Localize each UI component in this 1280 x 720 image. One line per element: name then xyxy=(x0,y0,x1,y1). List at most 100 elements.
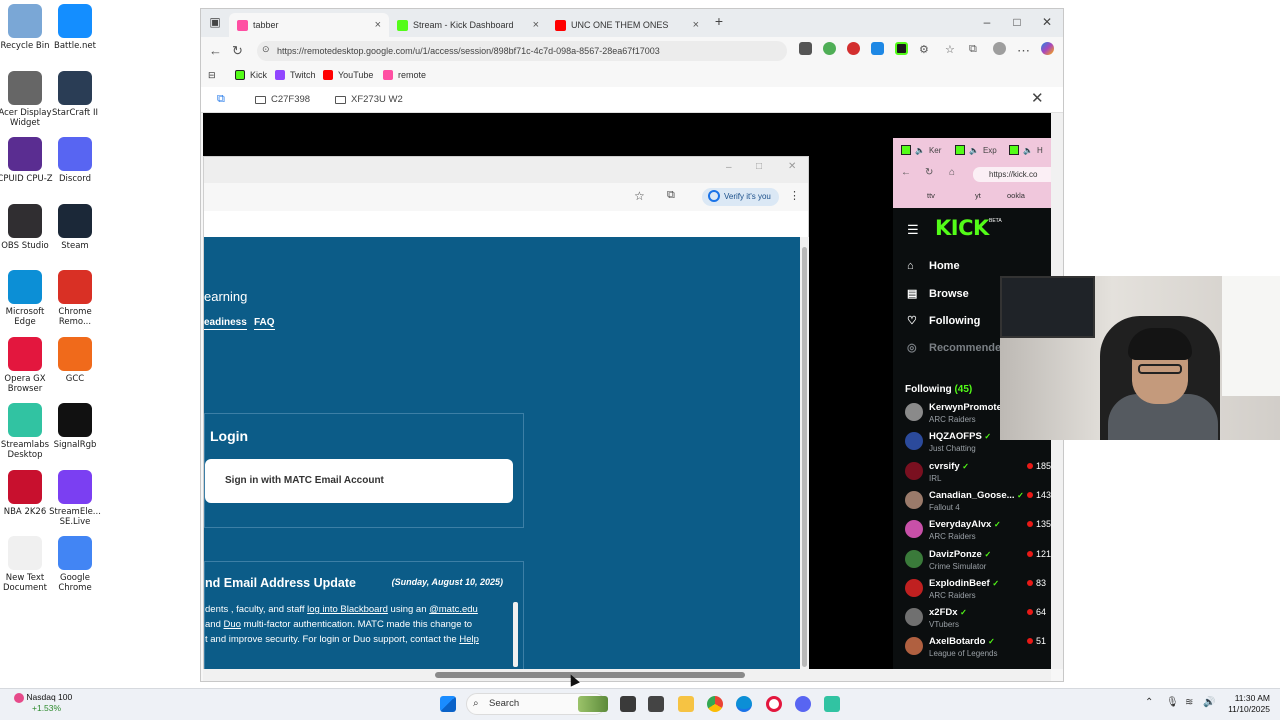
opera-gx-icon[interactable] xyxy=(766,696,782,712)
following-channel-row[interactable]: Canadian_Goose... ✓ Fallout 4 143 xyxy=(905,490,1051,518)
desktop-icon[interactable]: SignalRgb xyxy=(45,403,105,450)
bookmark-twitch[interactable]: Twitch xyxy=(275,70,316,80)
blackboard-link[interactable]: log into Blackboard xyxy=(307,604,388,615)
bookmark-remote[interactable]: remote xyxy=(383,70,426,80)
extension-icon[interactable] xyxy=(799,42,812,55)
help-link[interactable]: Help xyxy=(459,634,479,645)
edge-icon[interactable] xyxy=(736,696,752,712)
menu-icon[interactable]: ⋯ xyxy=(1017,43,1030,59)
monitor-tab-2[interactable]: XF273U W2 xyxy=(335,94,403,105)
maximize-icon[interactable]: □ xyxy=(756,161,762,172)
home-icon[interactable]: ⌂ xyxy=(949,167,955,178)
kick-tab[interactable]: 🔈 Exp xyxy=(955,145,997,155)
search-highlight-icon[interactable] xyxy=(578,696,608,712)
favorites-icon[interactable]: ☆ xyxy=(945,43,955,56)
following-channel-row[interactable]: x2FDx ✓ VTubers 64 xyxy=(905,607,1051,635)
minimize-icon[interactable]: – xyxy=(977,15,997,29)
desktop-icon[interactable]: Steam xyxy=(45,203,105,251)
following-channel-row[interactable]: EverydayAlvx ✓ ARC Raiders 135 xyxy=(905,519,1051,547)
mute-icon[interactable]: 🔈 xyxy=(1023,146,1033,155)
scroll-thumb[interactable] xyxy=(802,247,807,667)
back-icon[interactable]: ← xyxy=(209,43,222,58)
tab-kick-dashboard[interactable]: Stream - Kick Dashboard × xyxy=(389,13,547,37)
close-tab-icon[interactable]: × xyxy=(375,19,381,31)
following-channel-row[interactable]: AxelBotardo ✓ League of Legends 51 xyxy=(905,636,1051,664)
hamburger-menu-icon[interactable]: ☰ xyxy=(907,222,919,238)
close-tab-icon[interactable]: × xyxy=(693,19,699,31)
announcement-scrollbar[interactable] xyxy=(513,602,518,667)
maximize-icon[interactable]: □ xyxy=(1007,15,1027,29)
bookmark-yt[interactable]: yt xyxy=(975,191,981,200)
desktop-icon[interactable]: StarCraft II xyxy=(45,70,105,118)
following-channel-row[interactable]: cvrsify ✓ IRL 185 xyxy=(905,461,1051,489)
back-icon[interactable]: ← xyxy=(901,167,911,178)
desktop-icon[interactable]: Discord xyxy=(45,137,105,184)
tray-overflow-icon[interactable]: ⌃ xyxy=(1145,697,1153,708)
bookmark-ookla[interactable]: ookla xyxy=(1007,191,1025,200)
close-window-icon[interactable]: ✕ xyxy=(1037,15,1057,29)
nav-faq-link[interactable]: FAQ xyxy=(254,317,275,330)
cast-icon[interactable]: ⧉ xyxy=(667,189,675,202)
refresh-icon[interactable]: ↻ xyxy=(925,167,933,178)
chrome-icon[interactable] xyxy=(707,696,723,712)
bookmark-star-icon[interactable]: ☆ xyxy=(634,189,645,203)
streamlabs-icon[interactable] xyxy=(824,696,840,712)
page-scrollbar[interactable] xyxy=(800,237,809,669)
desktop-icon[interactable]: StreamEle... SE.Live xyxy=(45,469,105,527)
file-explorer-icon[interactable] xyxy=(678,696,694,712)
close-icon[interactable]: ✕ xyxy=(788,161,796,172)
kick-extension-icon[interactable] xyxy=(895,42,908,55)
kick-nav-home[interactable]: ⌂ Home xyxy=(907,260,960,272)
close-session-icon[interactable]: ✕ xyxy=(1031,89,1044,107)
bookmark-ttv[interactable]: ttv xyxy=(927,191,935,200)
close-tab-icon[interactable]: × xyxy=(533,19,539,31)
tab-actions-icon[interactable]: ▣ xyxy=(205,15,225,29)
refresh-icon[interactable]: ↻ xyxy=(232,43,243,59)
monitor-tab-1[interactable]: C27F398 xyxy=(255,94,310,105)
desktop-icon[interactable]: GCC xyxy=(45,336,105,384)
extension-icon[interactable] xyxy=(871,42,884,55)
following-channel-row[interactable]: DavizPonze ✓ Crime Simulator 121 xyxy=(905,549,1051,577)
email-link[interactable]: @matc.edu xyxy=(429,604,478,615)
profile-avatar[interactable] xyxy=(993,42,1006,55)
wifi-icon[interactable]: ≋ xyxy=(1185,697,1193,708)
microphone-icon[interactable]: 🎙 xyxy=(1166,697,1179,708)
stock-widget[interactable]: Nasdaq 100 +1.53% xyxy=(14,692,72,713)
bookmark-kick[interactable]: Kick xyxy=(235,70,267,80)
discord-icon[interactable] xyxy=(795,696,811,712)
duo-link[interactable]: Duo xyxy=(224,619,241,630)
desktop-icon[interactable]: Battle.net xyxy=(45,4,105,51)
kick-nav-recommended[interactable]: ◎ Recommended xyxy=(907,341,1008,355)
session-options-icon[interactable]: ⧉ xyxy=(217,93,225,106)
site-info-icon[interactable]: ⊙ xyxy=(262,44,270,55)
extension-icon[interactable] xyxy=(823,42,836,55)
mute-icon[interactable]: 🔈 xyxy=(969,146,979,155)
kick-tab[interactable]: 🔈 H xyxy=(1009,145,1043,155)
extension-icon[interactable] xyxy=(847,42,860,55)
kick-nav-following[interactable]: ♡ Following xyxy=(907,314,980,328)
horizontal-scrollbar[interactable] xyxy=(203,669,1051,681)
scroll-thumb[interactable] xyxy=(435,672,745,678)
bookmark-folder-icon[interactable]: ⊟ xyxy=(208,70,216,81)
new-tab-icon[interactable]: + xyxy=(709,13,729,29)
tab-youtube[interactable]: UNC ONE THEM ONES × xyxy=(547,13,707,37)
tab-tabber[interactable]: tabber × xyxy=(229,13,389,37)
settings-icon[interactable]: ⚙ xyxy=(919,43,929,56)
app-icon[interactable] xyxy=(648,696,664,712)
bookmark-youtube[interactable]: YouTube xyxy=(323,70,373,80)
taskbar-clock[interactable]: 11:30 AM 11/10/2025 xyxy=(1222,693,1270,715)
desktop-icon[interactable]: Chrome Remo... xyxy=(45,270,105,327)
nav-readiness-link[interactable]: eadiness xyxy=(204,317,247,330)
copilot-icon[interactable] xyxy=(1041,42,1054,55)
kick-nav-browse[interactable]: ▤ Browse xyxy=(907,287,969,301)
menu-icon[interactable]: ⋮ xyxy=(789,189,800,202)
kick-url-field[interactable]: https://kick.co xyxy=(973,167,1051,182)
mute-icon[interactable]: 🔈 xyxy=(915,146,925,155)
remote-desktop-view[interactable]: – □ ✕ ☆ ⧉ ⋮ Verify it's you earning eadi… xyxy=(203,113,1051,669)
task-view-icon[interactable] xyxy=(620,696,636,712)
kick-logo[interactable]: KICK xyxy=(935,216,989,240)
url-field[interactable]: https://remotedesktop.google.com/u/1/acc… xyxy=(257,41,787,61)
minimize-icon[interactable]: – xyxy=(726,162,732,173)
start-icon[interactable] xyxy=(440,696,456,712)
volume-icon[interactable]: 🔊 xyxy=(1203,697,1215,708)
